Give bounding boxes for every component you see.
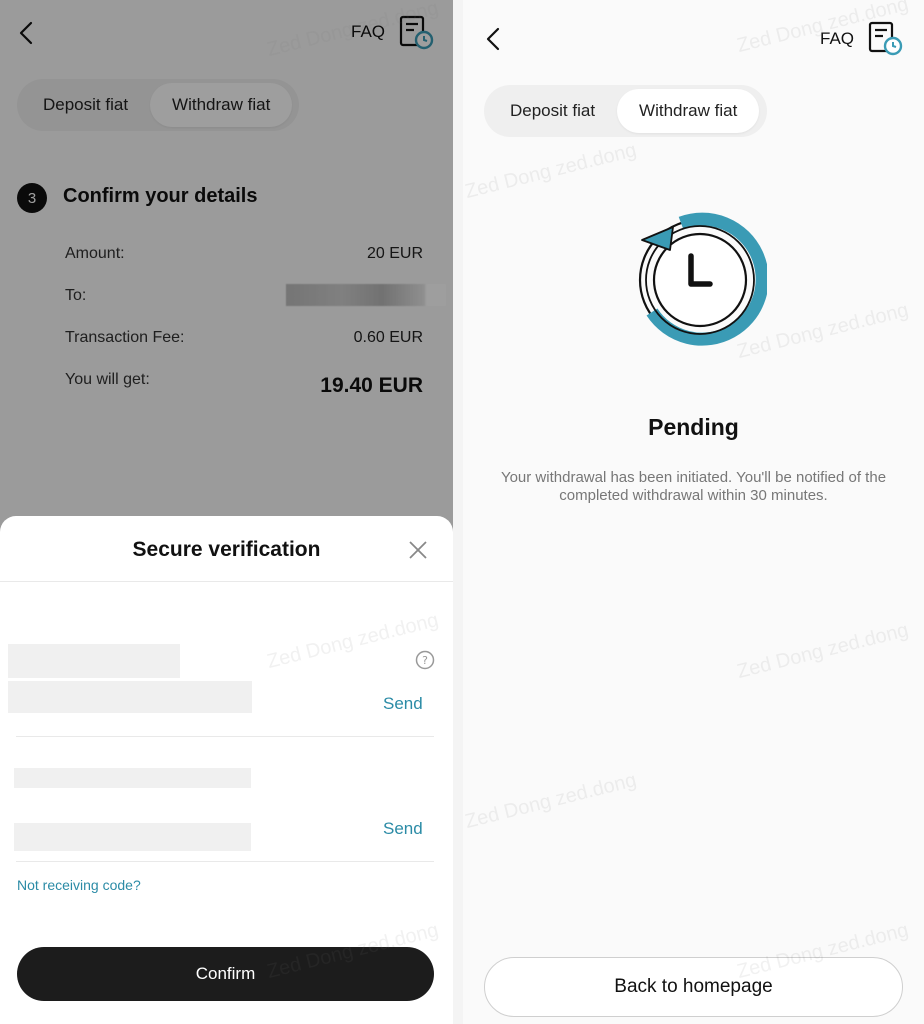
back-arrow-icon[interactable] xyxy=(481,24,507,54)
status-message: Your withdrawal has been initiated. You'… xyxy=(500,469,887,504)
tab-deposit-fiat[interactable]: Deposit fiat xyxy=(488,89,617,133)
status-title: Pending xyxy=(648,414,739,440)
verification-method-label-redacted-2 xyxy=(14,768,251,788)
verification-code-input-2[interactable] xyxy=(14,823,251,851)
sheet-header-divider xyxy=(0,581,453,582)
top-bar: FAQ xyxy=(463,0,924,62)
confirm-button[interactable]: Confirm xyxy=(17,947,434,1001)
modal-backdrop-top[interactable] xyxy=(0,0,453,62)
field-divider-2 xyxy=(16,861,434,862)
not-receiving-code-link[interactable]: Not receiving code? xyxy=(17,877,141,893)
left-screen: FAQ Deposit fiat Withdraw fiat 3 Confirm… xyxy=(0,0,453,1024)
sheet-title: Secure verification xyxy=(132,538,321,561)
verification-method-label-redacted xyxy=(8,644,180,678)
help-icon[interactable]: ? xyxy=(414,649,436,671)
fiat-tab-switch: Deposit fiat Withdraw fiat xyxy=(484,85,767,137)
watermark: Zed Dong zed.dong xyxy=(463,139,639,203)
tab-withdraw-fiat[interactable]: Withdraw fiat xyxy=(617,89,760,133)
order-history-icon[interactable] xyxy=(867,20,903,56)
close-icon[interactable] xyxy=(404,536,432,564)
send-code-button-2[interactable]: Send xyxy=(383,819,423,839)
back-to-homepage-button[interactable]: Back to homepage xyxy=(484,957,903,1017)
svg-text:?: ? xyxy=(422,654,428,667)
modal-backdrop[interactable] xyxy=(0,62,453,542)
watermark: Zed Dong zed.dong xyxy=(734,619,911,683)
faq-link[interactable]: FAQ xyxy=(820,29,854,49)
right-screen: FAQ Deposit fiat Withdraw fiat Pending Y… xyxy=(463,0,924,1024)
verification-code-input-1[interactable] xyxy=(8,681,252,713)
send-code-button-1[interactable]: Send xyxy=(383,694,423,714)
field-divider-1 xyxy=(16,736,434,737)
pending-clock-icon xyxy=(638,212,767,346)
watermark: Zed Dong zed.dong xyxy=(463,769,639,833)
screen-divider xyxy=(453,0,463,1024)
secure-verification-sheet: Secure verification ? Send Send Not rece… xyxy=(0,516,453,1024)
